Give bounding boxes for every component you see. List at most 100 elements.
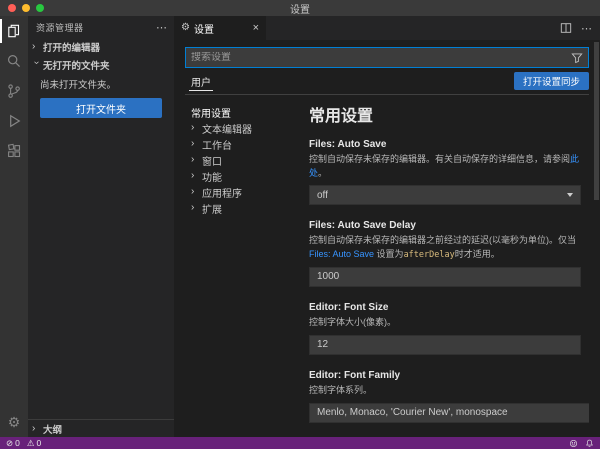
sidebar-title: 资源管理器 [36,21,84,34]
close-window-button[interactable] [8,4,16,12]
setting-font-size: Editor: Font Size 控制字体大小(像素)。 [309,302,589,355]
no-folder-label: 无打开的文件夹 [43,58,110,72]
chevron-down-icon: › [31,61,41,69]
setting-font-family: Editor: Font Family 控制字体系列。 [309,370,589,423]
split-editor-icon[interactable] [560,22,572,34]
settings-group-heading: 常用设置 [309,102,589,126]
explorer-icon[interactable] [0,16,28,46]
chevron-down-icon [567,193,573,197]
setting-title: Editor: Font Size [309,302,589,313]
more-actions-icon[interactable]: ⋯ [156,21,166,34]
auto-save-delay-input[interactable] [309,267,581,287]
setting-description: 控制自动保存未保存的编辑器之前经过的延迟(以毫秒为单位)。仅当 Files: A… [309,234,589,261]
scrollbar[interactable] [594,42,599,200]
setting-files-auto-save: Files: Auto Save 控制自动保存未保存的编辑器。有关自动保存的详细… [309,139,589,205]
notifications-bell-icon[interactable] [585,439,594,448]
auto-save-select[interactable]: off [309,185,581,205]
warning-icon: ⚠ [27,439,35,448]
editor-actions: ⋯ [551,16,600,40]
filter-icon[interactable] [571,52,583,64]
minimize-window-button[interactable] [22,4,30,12]
maximize-window-button[interactable] [36,4,44,12]
settings-editor: 用户 打开设置同步 常用设置 › 文本编辑器 › [174,40,600,437]
setting-description: 控制自动保存未保存的编辑器。有关自动保存的详细信息，请参阅此处。 [309,153,589,180]
chevron-right-icon: › [191,139,199,149]
editor-area: ⚙ 设置 × ⋯ [174,16,600,437]
desc-text: 。 [318,168,327,178]
inline-code: afterDelay [404,250,455,260]
toc-label: 扩展 [202,201,222,216]
desc-text: 时才适用。 [455,249,500,259]
run-debug-icon[interactable] [0,106,28,136]
tab-label: 设置 [194,21,214,36]
error-icon: ⊘ [6,439,13,448]
settings-search-input[interactable] [191,52,567,63]
desc-text: 控制自动保存未保存的编辑器。有关自动保存的详细信息，请参阅 [309,154,570,164]
search-icon[interactable] [0,46,28,76]
toc-item-window[interactable]: › 窗口 [185,152,301,168]
toc-label: 应用程序 [202,185,242,200]
toc-item-extensions[interactable]: › 扩展 [185,200,301,216]
no-folder-section[interactable]: › 无打开的文件夹 [28,56,174,74]
setting-description: 控制字体系列。 [309,384,589,398]
toc-item-application[interactable]: › 应用程序 [185,184,301,200]
gear-icon: ⚙ [8,415,21,429]
setting-title: Files: Auto Save [309,139,589,150]
chevron-right-icon: › [191,155,199,165]
toc-label: 工作台 [202,137,232,152]
turn-on-settings-sync-button[interactable]: 打开设置同步 [514,72,589,90]
select-value: off [317,190,328,201]
tab-settings[interactable]: ⚙ 设置 × [174,16,266,40]
toc-item-features[interactable]: › 功能 [185,168,301,184]
sidebar-header: 资源管理器 ⋯ [28,16,174,38]
no-folder-message: 尚未打开文件夹。 [28,74,174,98]
chevron-right-icon: › [32,424,40,434]
chevron-right-icon: › [191,187,199,197]
feedback-icon[interactable] [569,439,578,448]
setting-description: 控制字体大小(像素)。 [309,316,589,330]
extensions-icon[interactable] [0,136,28,166]
problems-warnings[interactable]: ⚠ 0 [27,439,41,448]
open-folder-button[interactable]: 打开文件夹 [40,98,162,118]
setting-title: Files: Auto Save Delay [309,220,589,231]
warning-count: 0 [36,439,41,448]
toc-label: 文本编辑器 [202,121,252,136]
toc-item-commonly-used[interactable]: 常用设置 [185,104,301,120]
open-editors-label: 打开的编辑器 [43,40,100,54]
toc-item-workbench[interactable]: › 工作台 [185,136,301,152]
desc-text: 设置为 [374,249,404,259]
toc-item-text-editor[interactable]: › 文本编辑器 [185,120,301,136]
source-control-icon[interactable] [0,76,28,106]
outline-section[interactable]: › 大纲 [28,419,174,437]
status-bar: ⊘ 0 ⚠ 0 [0,437,600,449]
manage-gear-icon[interactable]: ⚙ [0,407,28,437]
outline-label: 大纲 [43,422,62,436]
toc-label: 窗口 [202,153,222,168]
toc-label: 常用设置 [191,105,231,120]
settings-list: 常用设置 Files: Auto Save 控制自动保存未保存的编辑器。有关自动… [301,102,589,437]
vscode-window: 设置 [0,0,600,449]
window-title: 设置 [290,1,310,16]
font-size-input[interactable] [309,335,581,355]
toc-label: 功能 [202,169,222,184]
setting-description-link[interactable]: Files: Auto Save [309,249,374,259]
tab-user-settings[interactable]: 用户 [185,68,217,94]
open-editors-section[interactable]: › 打开的编辑器 [28,38,174,56]
desc-text: 控制自动保存未保存的编辑器之前经过的延迟(以毫秒为单位)。仅当 [309,235,576,245]
chevron-right-icon: › [32,42,40,52]
font-family-input[interactable] [309,403,589,423]
chevron-right-icon: › [191,123,199,133]
settings-search-box [185,47,589,68]
error-count: 0 [15,439,20,448]
more-actions-icon[interactable]: ⋯ [581,22,591,35]
explorer-sidebar: 资源管理器 ⋯ › 打开的编辑器 › 无打开的文件夹 尚未打开文件夹。 打开文件… [28,16,174,437]
tab-bar: ⚙ 设置 × ⋯ [174,16,600,40]
window-controls [8,4,44,12]
setting-auto-save-delay: Files: Auto Save Delay 控制自动保存未保存的编辑器之前经过… [309,220,589,287]
close-tab-icon[interactable]: × [253,23,259,34]
title-bar: 设置 [0,0,600,16]
chevron-right-icon: › [191,171,199,181]
settings-gear-icon: ⚙ [181,23,190,33]
problems-errors[interactable]: ⊘ 0 [6,439,20,448]
activity-bar: ⚙ [0,16,28,437]
